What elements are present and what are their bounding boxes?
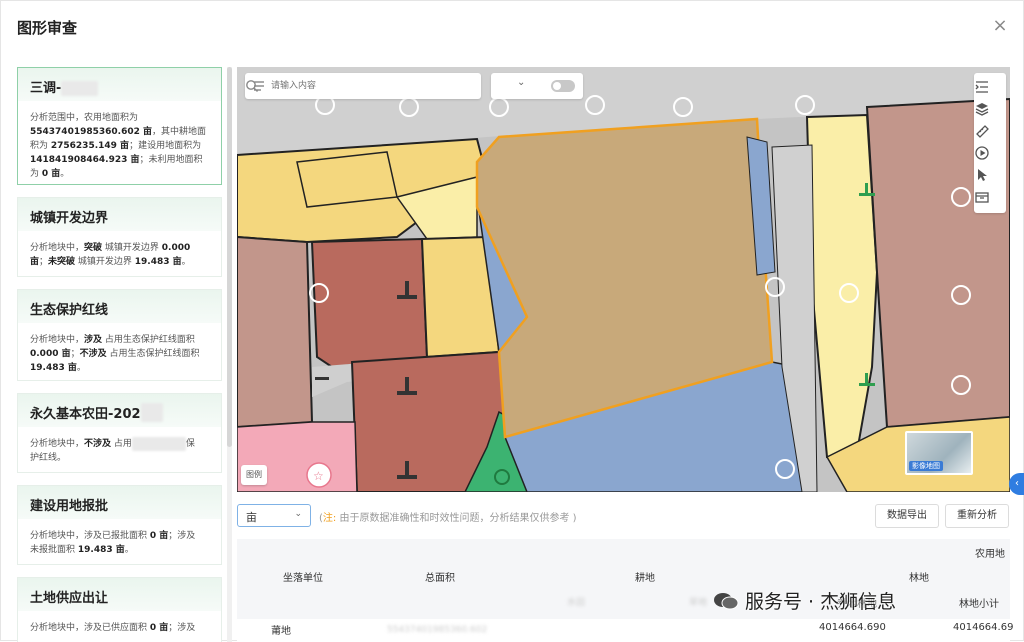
close-icon[interactable]: ×: [991, 17, 1009, 35]
card-text: 分析地块中，涉及已供应面积 0 亩；涉及: [18, 611, 221, 635]
card-title: 土地供应出让: [18, 578, 221, 611]
blurred-subheader: 水田: [567, 598, 586, 608]
blurred-subheader: 旱地: [689, 598, 708, 608]
export-data-button[interactable]: 数据导出: [875, 504, 939, 528]
card-line: 55437401985360.602 亩，其中耕地面: [30, 127, 207, 137]
graphic-review-dialog: 图形审查 × 三调-2025 分析范围中，农用地面积为 5543740198536…: [0, 0, 1024, 642]
card-line: 0.000 亩；不涉及 占用生态保护红线面积: [30, 349, 200, 359]
layers-icon[interactable]: [974, 101, 990, 117]
layer-toggle[interactable]: [551, 80, 575, 92]
card-line: 分析地块中，涉及已供应面积 0 亩；涉及: [30, 623, 196, 633]
card-text: 分析范围中，农用地面积为 55437401985360.602 亩，其中耕地面 积为…: [18, 101, 221, 181]
chevron-down-icon: ⌄: [517, 77, 526, 88]
card-line: 分析地块中，涉及 占用生态保护红线面积: [30, 335, 195, 345]
map-toolbar: [974, 73, 1006, 213]
card-line: 分析地块中，突破 城镇开发边界 0.000: [30, 243, 191, 253]
result-card-ecological-redline[interactable]: 生态保护红线 分析地块中，涉及 占用生态保护红线面积 0.000 亩；不涉及 占用…: [17, 289, 222, 381]
wechat-icon: [714, 593, 739, 610]
disclaimer-note: (注: 由于原数据准确性和时效性问题，分析结果仅供参考 ): [319, 513, 577, 524]
card-line: 亩；未突破 城镇开发边界 19.483 亩。: [30, 257, 191, 267]
card-line: 分析地块中，不涉及 占用永久基本农田保: [30, 437, 195, 451]
card-text: 分析地块中，涉及 占用生态保护红线面积 0.000 亩；不涉及 占用生态保护红线面…: [18, 323, 221, 375]
card-line: 护红线。: [30, 453, 67, 463]
card-line: 141841908464.923 亩；未利用地面积: [30, 155, 203, 165]
table-cell: 4014664.690: [819, 622, 886, 633]
legend-button[interactable]: 图例: [241, 465, 267, 485]
parcel-yellow-inner: [296, 151, 398, 208]
basemap-switcher[interactable]: 影像地图: [905, 431, 973, 475]
play-icon[interactable]: [974, 145, 990, 161]
box-icon[interactable]: [974, 189, 990, 205]
parcel-brown-upper: [310, 237, 429, 369]
dialog-title: 图形审查: [17, 19, 78, 37]
pointer-icon[interactable]: [974, 167, 990, 183]
table-cell: 4014664.69: [953, 622, 1014, 633]
reanalyze-button[interactable]: 重新分析: [945, 504, 1009, 528]
basemap-label: 影像地图: [909, 461, 943, 471]
card-title: 建设用地报批: [18, 486, 221, 519]
card-line: 分析地块中，涉及已报批面积 0 亩；涉及: [30, 531, 196, 541]
parcel-mauve-left: [237, 235, 314, 429]
result-card-basic-farmland[interactable]: 永久基本农田-2024年 分析地块中，不涉及 占用永久基本农田保护红线。: [17, 393, 222, 473]
table-row[interactable]: [237, 619, 1010, 642]
result-card-survey[interactable]: 三调-2025 分析范围中，农用地面积为 55437401985360.602 亩…: [17, 67, 222, 185]
list-icon[interactable]: [974, 79, 990, 95]
card-title: 生态保护红线: [18, 290, 221, 323]
header-location: 坐落单位: [283, 573, 323, 584]
card-text: 分析地块中，涉及已报批面积 0 亩；涉及 未报批面积 19.483 亩。: [18, 519, 221, 557]
group-header-farmland: 农用地: [975, 549, 1005, 560]
map-search-box[interactable]: [245, 73, 481, 99]
search-icon[interactable]: [245, 79, 259, 93]
table-cell: 莆地: [271, 626, 291, 637]
card-title: 永久基本农田-2024年: [18, 394, 221, 427]
watermark: 服务号 · 杰狮信息: [713, 587, 896, 615]
blurred-cell: 55437401985360.602: [387, 625, 488, 635]
result-card-urban-boundary[interactable]: 城镇开发边界 分析地块中，突破 城镇开发边界 0.000 亩；未突破 城镇开发边界…: [17, 197, 222, 277]
map-view[interactable]: ☆ ⌄ 图例 影像地图: [237, 67, 1010, 492]
card-line: 未报批面积 19.483 亩。: [30, 545, 134, 555]
card-line: 积为 2756235.149 亩；建设用地面积为: [30, 141, 202, 151]
unit-select[interactable]: 亩 ⌄: [237, 504, 311, 527]
header-cultivated: 耕地: [635, 573, 655, 584]
left-panel-scrollbar[interactable]: [227, 67, 232, 642]
analysis-results-panel: 三调-2025 分析范围中，农用地面积为 55437401985360.602 亩…: [17, 67, 225, 642]
chevron-down-icon: ⌄: [294, 509, 302, 519]
layer-selector[interactable]: ⌄: [491, 73, 583, 99]
header-forest: 林地: [909, 573, 929, 584]
header-total-area: 总面积: [425, 573, 455, 584]
ruler-icon[interactable]: [974, 123, 990, 139]
map-search-input[interactable]: [271, 77, 451, 95]
card-line: 分析范围中，农用地面积为: [30, 113, 139, 123]
collapse-panel-icon[interactable]: ‹: [1009, 473, 1024, 495]
card-line: 为 0 亩。: [30, 169, 70, 179]
parcel-map: ☆: [237, 67, 1010, 492]
result-card-land-approval[interactable]: 建设用地报批 分析地块中，涉及已报批面积 0 亩；涉及 未报批面积 19.483 …: [17, 485, 222, 565]
scrollbar-thumb[interactable]: [227, 67, 232, 447]
card-title: 三调-2025: [18, 68, 221, 101]
card-title: 城镇开发边界: [18, 198, 221, 231]
card-text: 分析地块中，不涉及 占用永久基本农田保护红线。: [18, 427, 221, 465]
card-text: 分析地块中，突破 城镇开发边界 0.000 亩；未突破 城镇开发边界 19.483…: [18, 231, 221, 269]
svg-text:☆: ☆: [313, 469, 324, 483]
card-line: 19.483 亩。: [30, 363, 86, 373]
subheader-forest-total: 林地小计: [959, 599, 999, 610]
result-card-land-supply[interactable]: 土地供应出让 分析地块中，涉及已供应面积 0 亩；涉及: [17, 577, 222, 642]
